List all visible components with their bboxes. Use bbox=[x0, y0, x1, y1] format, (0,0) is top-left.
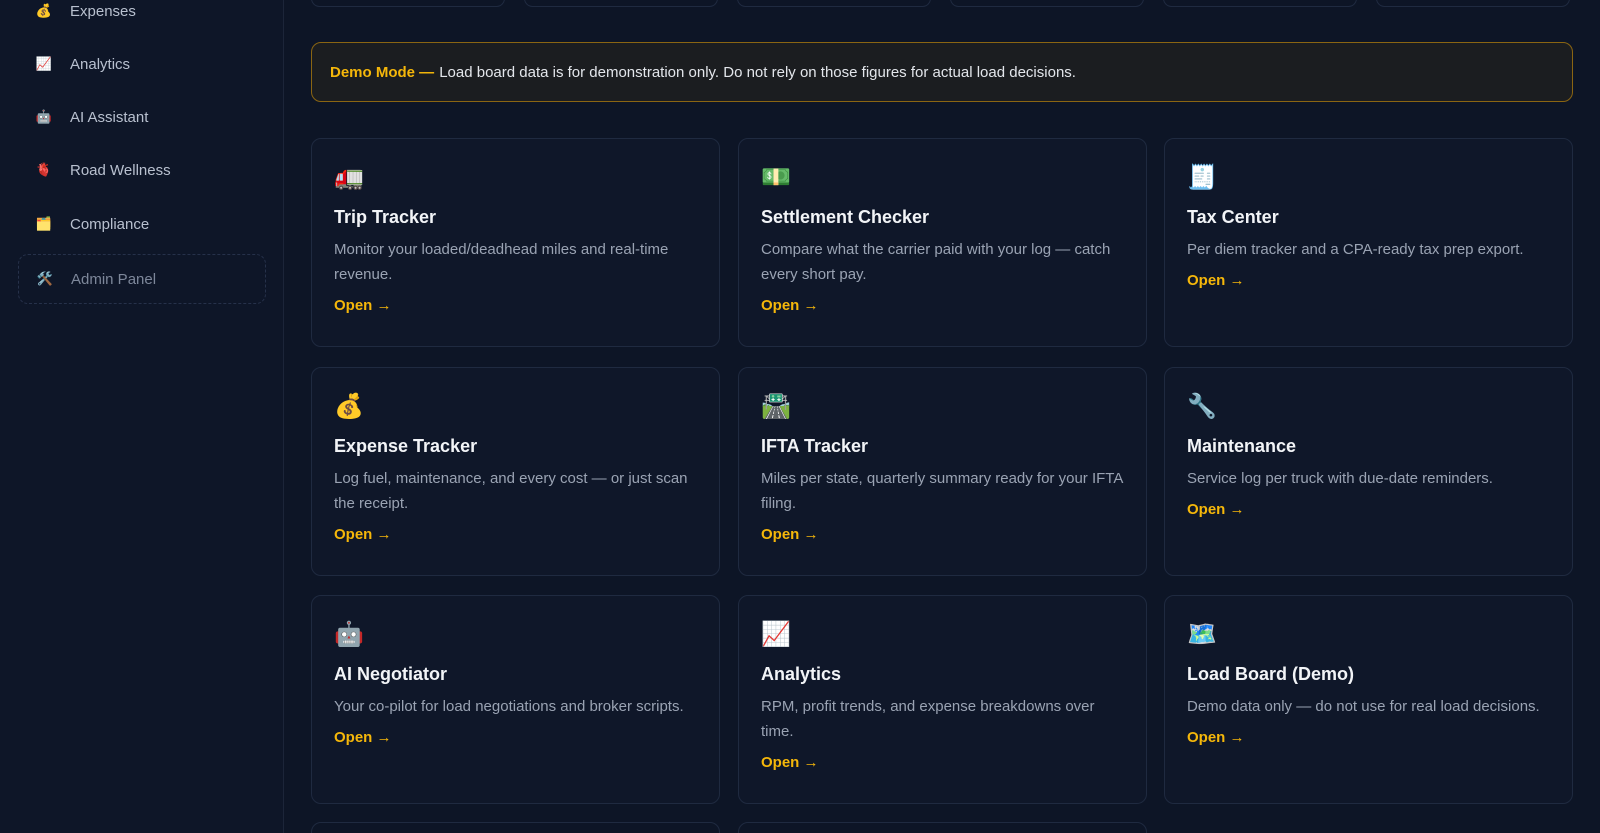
card-title: IFTA Tracker bbox=[761, 436, 869, 456]
stat-card bbox=[1163, 0, 1357, 7]
wrench-icon: 🔧 bbox=[1187, 393, 1217, 420]
main-content: Demo Mode — Load board data is for demon… bbox=[284, 0, 1600, 833]
card-ifta-tracker[interactable]: 🛣️ IFTA Tracker Miles per state, quarter… bbox=[738, 367, 1147, 576]
open-link[interactable]: Open → bbox=[1187, 501, 1245, 518]
sidebar-item-label: Admin Panel bbox=[71, 270, 157, 288]
open-link[interactable]: Open → bbox=[334, 526, 392, 543]
robot-icon: 🤖 bbox=[35, 109, 53, 124]
card-description: Per diem tracker and a CPA-ready tax pre… bbox=[1187, 241, 1524, 258]
sidebar-item-label: Compliance bbox=[70, 215, 150, 233]
money-icon: 💵 bbox=[761, 164, 791, 191]
heart-icon: 🫀 bbox=[35, 162, 53, 177]
card-description: Service log per truck with due-date remi… bbox=[1187, 470, 1493, 487]
hammer-wrench-icon: 🛠️ bbox=[36, 271, 54, 286]
card-expense-tracker[interactable]: 💰 Expense Tracker Log fuel, maintenance,… bbox=[311, 367, 720, 576]
card-settlement-checker[interactable]: 💵 Settlement Checker Compare what the ca… bbox=[738, 138, 1147, 347]
chart-icon: 📈 bbox=[35, 56, 53, 71]
open-link[interactable]: Open → bbox=[1187, 729, 1245, 746]
stat-card bbox=[950, 0, 1144, 7]
card-partial bbox=[311, 822, 720, 833]
card-title: Analytics bbox=[761, 664, 842, 684]
chart-icon: 📈 bbox=[761, 621, 791, 648]
card-load-board-demo[interactable]: 🗺️ Load Board (Demo) Demo data only — do… bbox=[1164, 595, 1573, 804]
card-title: Load Board (Demo) bbox=[1187, 664, 1355, 684]
map-icon: 🗺️ bbox=[1187, 621, 1217, 648]
card-analytics[interactable]: 📈 Analytics RPM, profit trends, and expe… bbox=[738, 595, 1147, 804]
card-description: Log fuel, maintenance, and every cost — … bbox=[334, 470, 688, 512]
sidebar-item-admin-panel[interactable]: 🛠️ Admin Panel bbox=[18, 254, 266, 304]
sidebar-item-label: Road Wellness bbox=[70, 161, 171, 179]
open-link[interactable]: Open → bbox=[334, 297, 392, 314]
stat-card bbox=[1376, 0, 1570, 7]
money-bag-icon: 💰 bbox=[35, 3, 53, 18]
card-maintenance[interactable]: 🔧 Maintenance Service log per truck with… bbox=[1164, 367, 1573, 576]
banner-text: Load board data is for demonstration onl… bbox=[439, 63, 1076, 81]
card-description: Compare what the carrier paid with your … bbox=[761, 241, 1111, 283]
banner-title: Demo Mode — bbox=[330, 63, 435, 81]
robot-icon: 🤖 bbox=[334, 621, 364, 648]
card-description: Your co-pilot for load negotiations and … bbox=[334, 698, 684, 715]
card-title: Settlement Checker bbox=[761, 207, 930, 227]
card-description: RPM, profit trends, and expense breakdow… bbox=[761, 698, 1095, 740]
open-link[interactable]: Open → bbox=[761, 526, 819, 543]
card-title: AI Negotiator bbox=[334, 664, 448, 684]
card-ai-negotiator[interactable]: 🤖 AI Negotiator Your co-pilot for load n… bbox=[311, 595, 720, 804]
demo-mode-banner: Demo Mode — Load board data is for demon… bbox=[311, 42, 1573, 102]
card-trip-tracker[interactable]: 🚛 Trip Tracker Monitor your loaded/deadh… bbox=[311, 138, 720, 347]
card-tax-center[interactable]: 🧾 Tax Center Per diem tracker and a CPA-… bbox=[1164, 138, 1573, 347]
sidebar-item-ai-assistant[interactable]: 🤖 AI Assistant bbox=[18, 92, 266, 142]
card-description: Demo data only — do not use for real loa… bbox=[1187, 698, 1540, 715]
sidebar-item-road-wellness[interactable]: 🫀 Road Wellness bbox=[18, 145, 266, 195]
sidebar-item-expenses[interactable]: 💰 Expenses bbox=[18, 0, 266, 36]
highway-icon: 🛣️ bbox=[761, 393, 791, 420]
card-description: Monitor your loaded/deadhead miles and r… bbox=[334, 241, 669, 283]
stat-card bbox=[524, 0, 718, 7]
card-title: Trip Tracker bbox=[334, 207, 437, 227]
sidebar-item-compliance[interactable]: 🗂️ Compliance bbox=[18, 199, 266, 249]
card-title: Tax Center bbox=[1187, 207, 1279, 227]
money-bag-icon: 💰 bbox=[334, 393, 364, 420]
sidebar-item-analytics[interactable]: 📈 Analytics bbox=[18, 39, 266, 89]
truck-icon: 🚛 bbox=[334, 164, 364, 191]
receipt-icon: 🧾 bbox=[1187, 164, 1217, 191]
open-link[interactable]: Open → bbox=[334, 729, 392, 746]
stat-card bbox=[311, 0, 505, 7]
sidebar-item-label: AI Assistant bbox=[70, 108, 149, 126]
sidebar-item-label: Analytics bbox=[70, 55, 131, 73]
folder-icon: 🗂️ bbox=[35, 216, 53, 231]
sidebar: 💰 Expenses 📈 Analytics 🤖 AI Assistant 🫀 … bbox=[0, 0, 284, 833]
sidebar-item-label: Expenses bbox=[70, 2, 136, 20]
card-title: Expense Tracker bbox=[334, 436, 478, 456]
open-link[interactable]: Open → bbox=[1187, 272, 1245, 289]
card-description: Miles per state, quarterly summary ready… bbox=[761, 470, 1123, 512]
card-title: Maintenance bbox=[1187, 436, 1297, 456]
open-link[interactable]: Open → bbox=[761, 754, 819, 771]
stat-card bbox=[737, 0, 931, 7]
open-link[interactable]: Open → bbox=[761, 297, 819, 314]
card-partial bbox=[738, 822, 1147, 833]
